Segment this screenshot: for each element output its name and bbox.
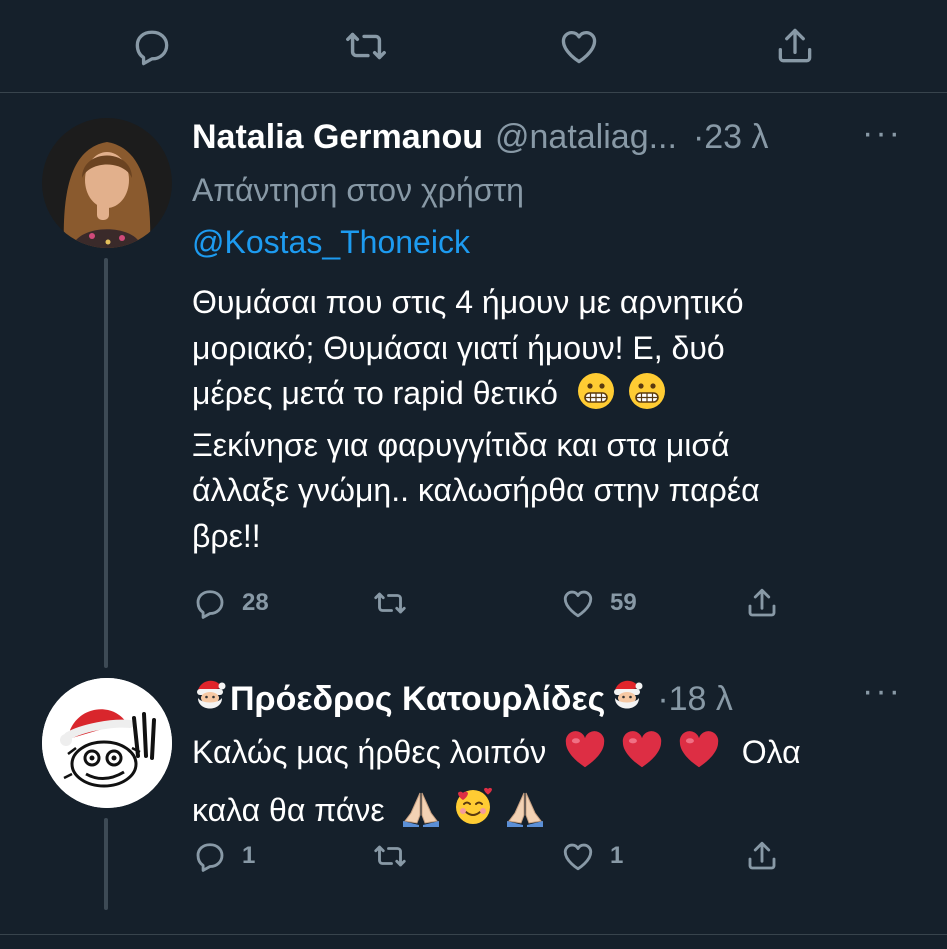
share-icon: [748, 841, 776, 870]
red-heart-emoji-icon: [677, 729, 721, 784]
like-button[interactable]: [555, 22, 603, 70]
tweet-actions: 28 59: [192, 585, 812, 625]
timestamp[interactable]: ·23 λ: [693, 118, 769, 157]
divider: [0, 934, 947, 935]
more-options-button[interactable]: ···: [862, 672, 902, 711]
tweet-text: Θυμάσαι που στις 4 ήμουν με αρνητικό μορ…: [192, 280, 902, 559]
tweet-text-segment: μέρες μετά το rapid θετικό: [192, 375, 558, 411]
retweet-button[interactable]: [372, 838, 422, 874]
reply-icon: [196, 843, 224, 872]
tweet-text-segment: καλα θα πάνε: [192, 792, 385, 828]
avatar-portrait: [42, 118, 172, 248]
display-name[interactable]: Πρόεδρος Κατουρλίδες: [230, 680, 605, 719]
avatar[interactable]: [42, 678, 172, 808]
folded-hands-emoji-icon: [401, 787, 441, 842]
reply-button[interactable]: [128, 22, 176, 70]
timestamp[interactable]: ·18 λ: [657, 680, 733, 719]
tweet-text-line: Ξεκίνησε για φαρυγγίτιδα και στα μισά: [192, 426, 730, 463]
tweet-actions: 1 1: [192, 838, 812, 878]
tweet-text: Καλώς μας ήρθες λοιπόν Ολα καλα θα πάνε: [192, 726, 902, 842]
tweet-header: Πρόεδρος Κατουρλίδες ·18 λ: [192, 676, 733, 723]
like-icon: [561, 30, 597, 64]
tweet-text-line: βρε!!: [192, 517, 261, 554]
reply-icon: [135, 30, 169, 66]
retweet-button[interactable]: [342, 22, 390, 70]
like-button[interactable]: 1: [560, 838, 623, 874]
smiling-face-with-hearts-emoji-icon: [452, 785, 494, 842]
tweet-text-line: Καλώς μας ήρθες λοιπόν Ολα: [192, 726, 902, 784]
like-count: 1: [610, 842, 624, 869]
santa-emoji-icon: [192, 676, 228, 723]
avatar[interactable]: [42, 118, 172, 248]
reply-icon: [196, 590, 224, 619]
like-icon: [563, 590, 593, 618]
share-button[interactable]: [744, 585, 780, 621]
handle[interactable]: @nataliag...: [495, 118, 677, 157]
tweet-text-segment: Καλώς μας ήρθες λοιπόν: [192, 734, 547, 770]
tweet-text-line: καλα θα πάνε: [192, 784, 902, 842]
retweet-button[interactable]: [372, 585, 422, 621]
grimacing-emoji-icon: [628, 372, 666, 423]
folded-hands-emoji-icon: [505, 787, 545, 842]
more-options-button[interactable]: ···: [862, 114, 902, 153]
share-icon: [748, 588, 776, 617]
avatar-cartoon: [42, 678, 172, 808]
tweet-text-line: μοριακό; Θυμάσαι γιατί ήμουν! Ε, δυό: [192, 329, 725, 366]
parent-tweet-actions: [0, 0, 947, 92]
like-button[interactable]: 59: [560, 585, 637, 621]
tweet-text-line: Θυμάσαι που στις 4 ήμουν με αρνητικό: [192, 284, 744, 320]
display-name[interactable]: Natalia Germanou: [192, 118, 483, 157]
thread-line: [104, 818, 108, 910]
tweet-text-line: άλλαξε γνώμη.. καλωσήρθα στην παρέα: [192, 472, 760, 508]
like-count: 59: [610, 589, 637, 616]
retweet-icon: [374, 592, 406, 614]
retweet-icon: [346, 32, 386, 60]
thread-line: [104, 258, 108, 668]
tweet-text-segment: Ολα: [741, 734, 801, 770]
reply-button[interactable]: 1: [192, 838, 255, 874]
divider: [0, 92, 947, 93]
like-icon: [563, 843, 593, 871]
grimacing-emoji-icon: [577, 372, 615, 423]
tweet-text-line: μέρες μετά το rapid θετικό: [192, 371, 902, 423]
retweet-icon: [374, 845, 406, 867]
santa-emoji-icon: [609, 676, 645, 723]
red-heart-emoji-icon: [620, 729, 664, 784]
mention-link[interactable]: @Kostas_Thoneick: [192, 224, 470, 261]
share-icon: [778, 28, 812, 63]
reply-count: 1: [242, 842, 256, 869]
reply-count: 28: [242, 589, 269, 616]
tweet-header: Natalia Germanou @nataliag... ·23 λ: [192, 118, 769, 157]
red-heart-emoji-icon: [563, 729, 607, 784]
reply-button[interactable]: 28: [192, 585, 269, 621]
share-button[interactable]: [744, 838, 780, 874]
reply-context: Απάντηση στον χρήστη: [192, 172, 524, 208]
share-button[interactable]: [771, 22, 819, 70]
